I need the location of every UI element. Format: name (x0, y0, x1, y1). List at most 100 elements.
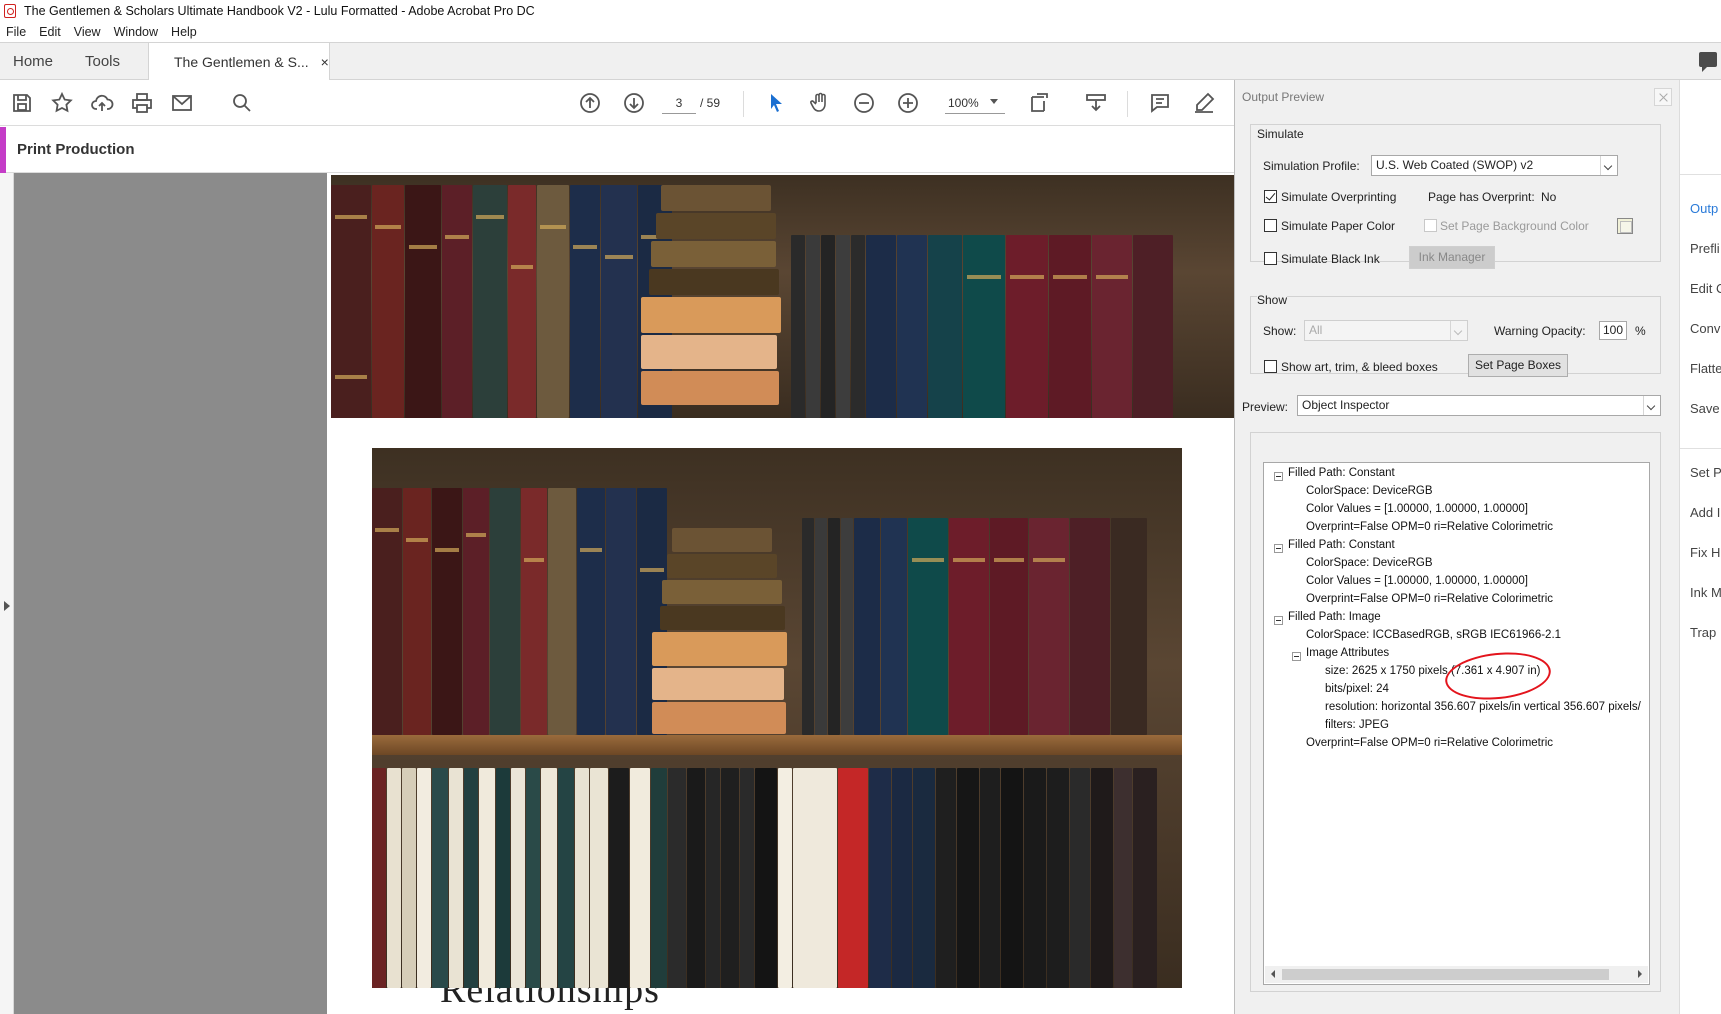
tool-accent-bar (0, 127, 6, 173)
page-total: / 59 (700, 96, 721, 110)
menu-bar: File Edit View Window Help (0, 22, 1721, 42)
collapse-toggle-icon[interactable] (1274, 616, 1283, 625)
tab-tools[interactable]: Tools (85, 43, 120, 80)
tree-node: Color Values = [1.00000, 1.00000, 1.0000… (1306, 575, 1528, 587)
hand-tool-icon[interactable] (806, 89, 834, 117)
mail-icon[interactable] (168, 89, 196, 117)
tree-node: Overprint=False OPM=0 ri=Relative Colori… (1306, 737, 1554, 749)
cloud-upload-icon[interactable] (88, 89, 116, 117)
rail-item-output-preview[interactable]: Outp (1690, 201, 1718, 216)
comment-bubble-icon[interactable] (1146, 89, 1174, 117)
rail-item-fix-hairlines[interactable]: Fix H (1690, 545, 1720, 560)
rail-item-add-printer-marks[interactable]: Add I (1690, 505, 1720, 520)
tree-node: Color Values = [1.00000, 1.00000, 1.0000… (1306, 503, 1528, 515)
ink-manager-button[interactable]: Ink Manager (1409, 246, 1495, 269)
menu-file[interactable]: File (6, 25, 26, 39)
save-icon[interactable] (8, 89, 36, 117)
print-production-title: Print Production (17, 141, 135, 158)
comment-icon[interactable] (1699, 52, 1717, 72)
rail-item-set-page-boxes[interactable]: Set P (1690, 465, 1721, 480)
pen-icon[interactable] (1190, 89, 1218, 117)
expand-panel-icon[interactable] (4, 601, 10, 611)
tab-document[interactable]: The Gentlemen & S... × (148, 43, 330, 81)
menu-edit[interactable]: Edit (39, 25, 61, 39)
tab-bar: Home Tools The Gentlemen & S... × (0, 42, 1721, 81)
print-icon[interactable] (128, 89, 156, 117)
simulate-black-ink-label: Simulate Black Ink (1281, 252, 1380, 266)
zoom-out-icon[interactable] (850, 89, 878, 117)
rail-item-flattener[interactable]: Flatte (1690, 361, 1721, 376)
rail-item-edit-color[interactable]: Edit C (1690, 281, 1721, 296)
tree-node: Overprint=False OPM=0 ri=Relative Colori… (1306, 521, 1554, 533)
collapse-toggle-icon[interactable] (1274, 472, 1283, 481)
collapse-toggle-icon[interactable] (1292, 652, 1301, 661)
set-page-boxes-button[interactable]: Set Page Boxes (1468, 354, 1568, 377)
scroll-mode-icon[interactable] (1082, 89, 1110, 117)
warning-opacity-label: Warning Opacity: (1494, 324, 1586, 338)
show-group-label: Show (1257, 293, 1288, 307)
close-tab-icon[interactable]: × (321, 54, 329, 70)
scroll-left-icon[interactable] (1271, 970, 1275, 978)
close-icon[interactable] (1654, 88, 1672, 106)
rail-divider (1680, 174, 1721, 175)
chevron-down-icon (1600, 156, 1617, 175)
tree-node: resolution: horizontal 356.607 pixels/in… (1325, 701, 1641, 713)
select-arrow-icon[interactable] (762, 89, 790, 117)
menu-view[interactable]: View (74, 25, 101, 39)
zoom-dropdown-arrow-icon[interactable] (990, 99, 998, 104)
next-page-icon[interactable] (620, 89, 648, 117)
previous-page-icon[interactable] (576, 89, 604, 117)
simulate-group-label: Simulate (1257, 127, 1304, 141)
zoom-in-icon[interactable] (894, 89, 922, 117)
tree-node[interactable]: Image Attributes (1306, 647, 1389, 659)
show-boxes-label: Show art, trim, & bleed boxes (1281, 360, 1438, 374)
object-inspector-tree[interactable]: Filled Path: Constant ColorSpace: Device… (1263, 462, 1650, 985)
tab-home[interactable]: Home (13, 43, 53, 80)
simulate-black-ink-checkbox[interactable] (1264, 252, 1277, 265)
page-background-checkbox[interactable] (1424, 219, 1437, 232)
collapse-toggle-icon[interactable] (1274, 544, 1283, 553)
page-number-input[interactable]: 3 (662, 92, 696, 114)
rail-item-convert-colors[interactable]: Conv (1690, 321, 1720, 336)
scrollbar-thumb[interactable] (1282, 969, 1609, 980)
preview-select[interactable]: Object Inspector (1297, 395, 1661, 416)
tree-node: ColorSpace: DeviceRGB (1306, 557, 1433, 569)
menu-help[interactable]: Help (171, 25, 197, 39)
tree-node[interactable]: Filled Path: Constant (1288, 539, 1395, 551)
horizontal-scrollbar[interactable] (1265, 966, 1648, 983)
search-icon[interactable] (228, 89, 256, 117)
simulation-profile-select[interactable]: U.S. Web Coated (SWOP) v2 (1371, 155, 1618, 176)
rail-item-trap-presets[interactable]: Trap (1690, 625, 1716, 640)
main-toolbar: 3 / 59 100% (0, 80, 1234, 126)
rail-item-save[interactable]: Save (1690, 401, 1720, 416)
tree-node: bits/pixel: 24 (1325, 683, 1389, 695)
preview-label: Preview: (1242, 400, 1289, 414)
simulate-paper-color-checkbox[interactable] (1264, 219, 1277, 232)
show-boxes-checkbox[interactable] (1264, 360, 1277, 373)
scroll-right-icon[interactable] (1638, 970, 1642, 978)
tree-node[interactable]: Filled Path: Constant (1288, 467, 1395, 479)
simulate-overprinting-checkbox[interactable] (1264, 190, 1277, 203)
print-production-bar: Print Production (0, 127, 1234, 173)
page-has-overprint-label: Page has Overprint: (1428, 190, 1535, 204)
rail-divider (1680, 448, 1721, 449)
tree-node[interactable]: Filled Path: Image (1288, 611, 1381, 623)
simulation-profile-label: Simulation Profile: (1263, 159, 1360, 173)
bookshelf-banner-image (331, 175, 1234, 418)
page-fit-icon[interactable] (1026, 89, 1054, 117)
panel-title: Output Preview (1242, 90, 1325, 104)
menu-window[interactable]: Window (114, 25, 158, 39)
show-select[interactable]: All (1304, 320, 1468, 341)
tab-document-label: The Gentlemen & S... (174, 54, 309, 70)
bookshelf-image (372, 448, 1182, 988)
rail-item-ink-manager[interactable]: Ink M (1690, 585, 1721, 600)
left-panel-strip (0, 173, 14, 1014)
rail-item-preflight[interactable]: Prefli (1690, 241, 1720, 256)
preview-value: Object Inspector (1302, 398, 1390, 412)
page-has-overprint-value: No (1541, 190, 1557, 204)
toolbar-divider (1127, 91, 1128, 117)
show-value: All (1309, 323, 1323, 337)
background-color-swatch[interactable] (1617, 218, 1633, 234)
star-icon[interactable] (48, 89, 76, 117)
warning-opacity-input[interactable]: 100 (1599, 321, 1627, 340)
